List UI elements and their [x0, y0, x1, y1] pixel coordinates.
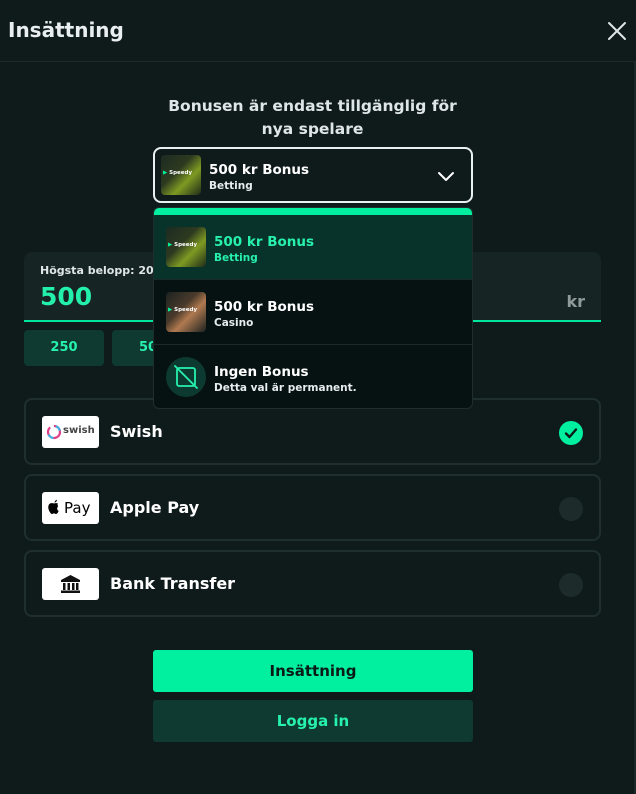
modal-header: Insättning [0, 0, 636, 62]
option-title: 500 kr Bonus [214, 234, 315, 250]
option-title: 500 kr Bonus [214, 299, 315, 315]
radio-button[interactable] [559, 573, 583, 597]
dropdown-accent-bar [154, 208, 472, 215]
brand-label: Speedy [174, 242, 198, 248]
login-button[interactable]: Logga in [153, 700, 473, 742]
payment-method-apple-pay[interactable]: Pay Apple Pay [24, 474, 601, 541]
bonus-notice: Bonusen är endast tillgänglig för nya sp… [168, 97, 457, 138]
currency-unit: kr [566, 292, 585, 311]
bonus-thumbnail: ▶ Speedy [161, 155, 201, 195]
chevron-down-icon [438, 172, 454, 181]
payment-method-name: Apple Pay [110, 498, 200, 517]
payment-method-name: Bank Transfer [110, 574, 236, 593]
payment-method-bank-transfer[interactable]: Bank Transfer [24, 550, 601, 617]
radio-button[interactable] [559, 497, 583, 521]
apple-pay-logo-text: Pay [64, 499, 91, 517]
bank-icon [42, 568, 99, 600]
swish-logo: swish [42, 416, 99, 448]
deposit-button[interactable]: Insättning [153, 650, 473, 692]
selected-bonus-title: 500 kr Bonus [209, 162, 310, 178]
bonus-select[interactable]: ▶ Speedy 500 kr Bonus Betting [153, 147, 473, 203]
bonus-dropdown: ▶ Speedy 500 kr Bonus Betting ▶ Speedy 5… [153, 207, 473, 409]
option-subtitle: Detta val är permanent. [214, 382, 357, 394]
brand-label: Speedy [169, 170, 193, 176]
check-icon[interactable] [559, 421, 583, 445]
bonus-thumbnail: ▶ Speedy [166, 292, 206, 332]
quick-amount-button[interactable]: 250 [24, 330, 104, 366]
bonus-option-none[interactable]: Ingen Bonus Detta val är permanent. [154, 345, 472, 408]
apple-pay-logo: Pay [42, 492, 99, 524]
option-title: Ingen Bonus [214, 364, 309, 380]
swish-logo-text: swish [63, 425, 95, 436]
amount-value[interactable]: 500 [40, 282, 92, 311]
option-subtitle: Casino [214, 317, 254, 329]
option-subtitle: Betting [214, 252, 258, 264]
bonus-option-betting[interactable]: ▶ Speedy 500 kr Bonus Betting [154, 215, 472, 280]
brand-label: Speedy [174, 307, 198, 313]
bonus-thumbnail: ▶ Speedy [166, 227, 206, 267]
no-bonus-icon [166, 357, 206, 397]
modal-title: Insättning [8, 18, 124, 42]
bonus-option-casino[interactable]: ▶ Speedy 500 kr Bonus Casino [154, 280, 472, 345]
payment-method-name: Swish [110, 422, 163, 441]
selected-bonus-subtitle: Betting [209, 180, 253, 192]
max-amount-label: Högsta belopp: 20 0 [40, 264, 166, 277]
close-icon[interactable] [606, 20, 628, 42]
